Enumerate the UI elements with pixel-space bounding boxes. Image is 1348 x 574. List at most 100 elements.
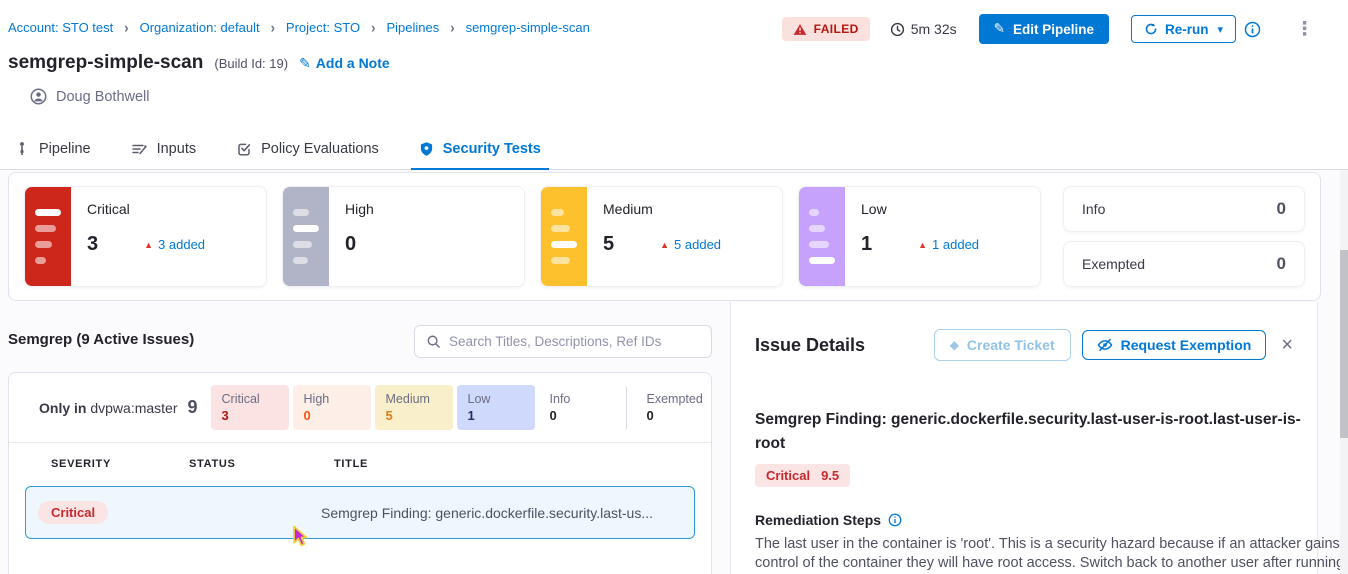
tab-label: Policy Evaluations bbox=[261, 141, 379, 157]
severity-added[interactable]: ▲ 3 added bbox=[144, 237, 205, 252]
edit-pipeline-button[interactable]: ✎ Edit Pipeline bbox=[979, 14, 1109, 44]
column-title: TITLE bbox=[334, 458, 697, 470]
severity-card-count: 3 bbox=[87, 233, 98, 256]
build-id: (Build Id: 19) bbox=[214, 56, 288, 71]
tab-inputs[interactable]: Inputs bbox=[131, 128, 197, 169]
scope-label-bold: Only in bbox=[39, 400, 86, 416]
tab-label: Security Tests bbox=[443, 141, 541, 157]
severity-card-exempted[interactable]: Exempted 0 bbox=[1063, 241, 1305, 287]
severity-card-label: Critical bbox=[87, 201, 250, 217]
search-box bbox=[414, 325, 712, 358]
severity-score-badge: Critical 9.5 bbox=[755, 464, 850, 487]
info-icon[interactable] bbox=[888, 513, 902, 527]
added-up-icon: ▲ bbox=[918, 240, 927, 250]
finding-title: Semgrep Finding: generic.dockerfile.secu… bbox=[755, 408, 1303, 456]
chip-count: 5 bbox=[386, 408, 442, 423]
issue-details-header: Issue Details ◆ Create Ticket Request Ex… bbox=[755, 329, 1293, 361]
breadcrumb-account[interactable]: Account: STO test bbox=[8, 20, 113, 35]
chip-label: High bbox=[304, 392, 360, 406]
chip-label: Critical bbox=[222, 392, 278, 406]
chip-divider bbox=[626, 387, 627, 429]
top-actions: FAILED 5m 32s ✎ Edit Pipeline Re-run ▾ bbox=[782, 14, 1320, 44]
severity-card-label: High bbox=[345, 201, 508, 217]
ticket-diamond-icon: ◆ bbox=[950, 338, 959, 352]
breadcrumb-project[interactable]: Project: STO bbox=[286, 20, 360, 35]
tab-bar: Pipeline Inputs Policy Evaluations Secur… bbox=[0, 128, 1348, 170]
chip-count: 1 bbox=[468, 408, 524, 423]
page: Account: STO test › Organization: defaul… bbox=[0, 0, 1348, 574]
chip-low[interactable]: Low 1 bbox=[457, 385, 535, 430]
tab-policy-evaluations[interactable]: Policy Evaluations bbox=[236, 128, 379, 169]
issue-details-panel: Issue Details ◆ Create Ticket Request Ex… bbox=[730, 302, 1318, 574]
duration-value: 5m 32s bbox=[911, 21, 957, 37]
rerun-button[interactable]: Re-run ▾ bbox=[1131, 15, 1236, 43]
caret-down-icon[interactable]: ▾ bbox=[1217, 23, 1223, 36]
tab-pipeline[interactable]: Pipeline bbox=[14, 128, 91, 169]
edit-pencil-icon: ✎ bbox=[994, 21, 1005, 37]
severity-card-medium[interactable]: Medium 5 ▲ 5 added bbox=[540, 186, 783, 287]
chip-high[interactable]: High 0 bbox=[293, 385, 371, 430]
issue-row-selected[interactable]: Critical Semgrep Finding: generic.docker… bbox=[25, 486, 695, 539]
severity-card-label: Info bbox=[1082, 201, 1105, 217]
pipeline-info-icon[interactable] bbox=[1244, 21, 1261, 38]
duration: 5m 32s bbox=[890, 21, 957, 37]
low-bars-icon bbox=[799, 187, 845, 286]
filter-row: Only in dvpwa:master 9 Critical 3 High 0… bbox=[9, 373, 711, 443]
warning-icon bbox=[793, 23, 807, 36]
severity-added[interactable]: ▲ 1 added bbox=[918, 237, 979, 252]
create-ticket-button[interactable]: ◆ Create Ticket bbox=[934, 329, 1071, 361]
chip-count: 3 bbox=[222, 408, 278, 423]
chip-label: Info bbox=[550, 392, 606, 406]
severity-card-count: 0 bbox=[345, 233, 356, 256]
scope-label: Only in dvpwa:master bbox=[39, 400, 178, 416]
page-title: semgrep-simple-scan bbox=[8, 52, 203, 74]
chip-count: 0 bbox=[647, 408, 703, 423]
request-exemption-button[interactable]: Request Exemption bbox=[1082, 330, 1267, 360]
remediation-text: The last user in the container is 'root'… bbox=[755, 535, 1348, 574]
more-options-icon[interactable]: ⋮ bbox=[1289, 18, 1320, 41]
chip-exempted[interactable]: Exempted 0 bbox=[636, 385, 712, 430]
user-icon bbox=[30, 88, 47, 105]
chip-label: Medium bbox=[386, 392, 442, 406]
status-badge-label: FAILED bbox=[814, 22, 859, 36]
issues-card: Only in dvpwa:master 9 Critical 3 High 0… bbox=[8, 372, 712, 574]
column-status: STATUS bbox=[189, 458, 334, 470]
issue-title: Semgrep Finding: generic.dockerfile.secu… bbox=[321, 505, 682, 521]
breadcrumb-pipelines[interactable]: Pipelines bbox=[386, 20, 439, 35]
chip-label: Exempted bbox=[647, 392, 703, 406]
chip-count: 0 bbox=[304, 408, 360, 423]
scrollbar-thumb[interactable] bbox=[1340, 250, 1348, 438]
chip-critical[interactable]: Critical 3 bbox=[211, 385, 289, 430]
chip-info[interactable]: Info 0 bbox=[539, 385, 617, 430]
breadcrumb-organization[interactable]: Organization: default bbox=[140, 20, 260, 35]
added-label: 3 added bbox=[158, 237, 205, 252]
chip-count: 0 bbox=[550, 408, 606, 423]
content-area: Critical 3 ▲ 3 added High bbox=[0, 170, 1348, 574]
tab-security-tests[interactable]: Security Tests bbox=[419, 128, 541, 169]
title-row: semgrep-simple-scan (Build Id: 19) ✎ Add… bbox=[8, 52, 390, 74]
chip-label: Low bbox=[468, 392, 524, 406]
added-label: 1 added bbox=[932, 237, 979, 252]
severity-card-info[interactable]: Info 0 bbox=[1063, 186, 1305, 232]
severity-card-critical[interactable]: Critical 3 ▲ 3 added bbox=[24, 186, 267, 287]
clock-icon bbox=[890, 22, 905, 37]
medium-bars-icon bbox=[541, 187, 587, 286]
add-note-button[interactable]: ✎ Add a Note bbox=[299, 55, 390, 72]
chevron-right-icon: › bbox=[124, 19, 128, 36]
issues-heading: Semgrep (9 Active Issues) bbox=[8, 331, 194, 348]
severity-card-high[interactable]: High 0 ▲ bbox=[282, 186, 525, 287]
severity-added[interactable]: ▲ 5 added bbox=[660, 237, 721, 252]
issue-details-title: Issue Details bbox=[755, 335, 865, 356]
breadcrumb-current[interactable]: semgrep-simple-scan bbox=[466, 20, 590, 35]
severity-card-low[interactable]: Low 1 ▲ 1 added bbox=[798, 186, 1041, 287]
search-input[interactable] bbox=[449, 334, 700, 349]
chevron-right-icon: › bbox=[450, 19, 454, 36]
edit-pipeline-label: Edit Pipeline bbox=[1013, 22, 1094, 37]
severity-card-count: 0 bbox=[1277, 199, 1286, 219]
severity-score-value: 9.5 bbox=[821, 468, 839, 483]
issues-table-header: SEVERITY STATUS TITLE bbox=[9, 443, 711, 480]
scope-name: dvpwa:master bbox=[90, 400, 177, 416]
chip-medium[interactable]: Medium 5 bbox=[375, 385, 453, 430]
remediation-heading: Remediation Steps bbox=[755, 512, 1293, 528]
close-icon[interactable]: × bbox=[1281, 335, 1293, 355]
